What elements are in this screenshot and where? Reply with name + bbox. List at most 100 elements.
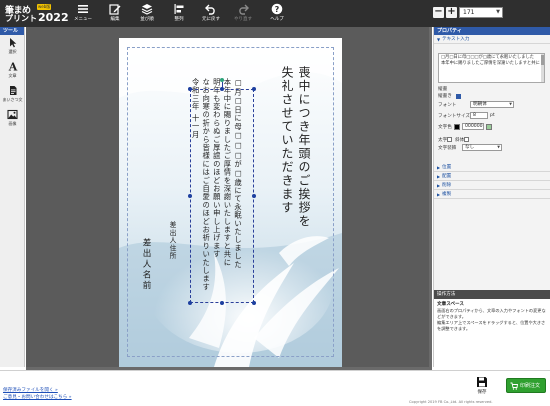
redo-button[interactable]: やり直す	[229, 2, 257, 26]
help-question-icon: ?	[271, 3, 283, 15]
font-size-unit: pt	[490, 113, 495, 118]
bold-label: 太字	[438, 138, 448, 143]
font-size-value: 8	[473, 113, 476, 118]
canvas-vertical-scrollbar[interactable]	[429, 27, 432, 370]
font-size-label: フォントサイズ	[438, 114, 471, 119]
save-button[interactable]: 保存	[470, 375, 494, 401]
text-a-icon: A	[8, 61, 18, 72]
section-layout-label: 配置	[442, 174, 452, 179]
layers-icon	[141, 4, 153, 15]
resize-handle-bottom-left[interactable]	[188, 301, 192, 305]
text-input-section[interactable]: ▼ テキスト入力	[434, 35, 550, 44]
decoration-value: なし	[465, 145, 475, 150]
zoom-value: 171	[463, 9, 475, 16]
undo-button[interactable]: 元に戻す	[197, 2, 225, 26]
triangle-right-icon: ▶	[437, 192, 441, 197]
hamburger-icon	[78, 5, 88, 13]
font-select[interactable]: 明朝体 ▼	[470, 101, 514, 108]
triangle-right-icon: ▶	[437, 165, 441, 170]
section-layout[interactable]: ▶ 配置	[434, 172, 550, 181]
tool-panel-header: ツール	[0, 27, 24, 35]
vertical-label: 縦書	[438, 87, 448, 92]
image-tool-label: 画像	[8, 121, 17, 126]
zoom-in-button[interactable]: +	[446, 7, 457, 18]
resize-handle-top-left[interactable]	[188, 87, 192, 91]
section-position[interactable]: ▶ 位置	[434, 163, 550, 172]
help-panel-header: 操作方法	[434, 290, 550, 299]
app-logo: 筆まめ web版 プリント 2022	[2, 2, 69, 25]
text-color-input[interactable]: 000000	[462, 123, 484, 130]
resize-handle-right[interactable]	[252, 194, 256, 198]
help-button[interactable]: ? ヘルプ	[263, 2, 291, 26]
textarea-scrollbar[interactable]	[541, 54, 544, 82]
edit-pencil-icon	[109, 4, 121, 15]
floppy-disk-icon	[477, 377, 487, 387]
section-duplicate-label: 複製	[442, 192, 452, 197]
edit-canvas[interactable]: 喪中につき年頭のご挨拶を 失礼させていただきます □月□日に母□□□が□歳にて永…	[26, 27, 432, 370]
bottom-bar: 保存済みファイルを開く » ご意見・お問い合わせはこちら » 保存 印刷注文 C…	[0, 370, 550, 406]
logo-line2: プリント	[5, 14, 37, 23]
italic-checkbox[interactable]	[464, 137, 469, 142]
layer-order-button[interactable]: 並び順	[133, 2, 161, 26]
vertical-checkbox[interactable]	[456, 94, 461, 99]
section-position-label: 位置	[442, 165, 452, 170]
menu-button[interactable]: メニュー	[69, 2, 97, 26]
triangle-right-icon: ▶	[437, 183, 441, 188]
resize-handle-left[interactable]	[188, 194, 192, 198]
cursor-arrow-icon	[9, 38, 16, 48]
triangle-right-icon: ▶	[437, 174, 441, 179]
collapsed-sections: ▶ 位置 ▶ 配置 ▶ 削除 ▶ 複製	[434, 163, 550, 199]
align-icon	[174, 4, 184, 14]
save-label: 保存	[477, 390, 487, 395]
align-button[interactable]: 整列	[165, 2, 193, 26]
print-order-button[interactable]: 印刷注文	[506, 378, 546, 393]
edit-label: 編集	[110, 17, 120, 22]
contact-link[interactable]: ご意見・お問い合わせはこちら »	[3, 394, 72, 400]
align-label: 整列	[174, 17, 184, 22]
card-title-text[interactable]: 喪中につき年頭のご挨拶を 失礼させていただきます	[278, 66, 312, 351]
text-tool-label: 文章	[8, 73, 17, 78]
greeting-tool[interactable]: あいさつ文	[0, 85, 25, 107]
greeting-tool-label: あいさつ文	[2, 97, 23, 102]
font-label: フォント	[438, 103, 457, 108]
selection-frame[interactable]	[190, 89, 254, 303]
text-content-textarea[interactable]: □月□日に母□□□が□歳にて永眠いたしました 本年中に賜りましたご厚情を深謝いた…	[438, 53, 545, 83]
resize-handle-top-right[interactable]	[252, 87, 256, 91]
layer-order-label: 並び順	[140, 17, 154, 22]
bold-checkbox[interactable]	[447, 137, 452, 142]
sender-name[interactable]: 差出人名前	[140, 238, 152, 291]
postcard[interactable]: 喪中につき年頭のご挨拶を 失礼させていただきます □月□日に母□□□が□歳にて永…	[119, 38, 342, 367]
image-tool[interactable]: 画像	[0, 109, 25, 131]
decoration-select[interactable]: なし ▼	[462, 144, 502, 151]
sender-address[interactable]: 差出人住所	[167, 221, 177, 260]
zoom-out-button[interactable]: −	[433, 7, 444, 18]
text-color-swatch[interactable]	[454, 124, 460, 130]
menu-label: メニュー	[74, 17, 92, 22]
svg-text:A: A	[8, 61, 18, 72]
open-saved-file-link[interactable]: 保存済みファイルを開く »	[3, 387, 58, 393]
print-order-label: 印刷注文	[520, 383, 541, 389]
undo-icon	[205, 4, 215, 15]
section-delete-label: 削除	[442, 183, 452, 188]
select-tool[interactable]: 選択	[0, 37, 25, 59]
copyright: Copyright 2019 FB Co.,Ltd. All rights re…	[409, 400, 493, 404]
document-icon	[9, 86, 16, 95]
color-picker-icon[interactable]	[486, 124, 492, 130]
resize-handle-top[interactable]	[220, 87, 224, 91]
text-color-value: 000000	[465, 124, 483, 129]
resize-handle-bottom-right[interactable]	[252, 301, 256, 305]
rotate-handle[interactable]	[220, 78, 224, 82]
card-title-line-1: 喪中につき年頭のご挨拶を	[297, 66, 311, 228]
select-tool-label: 選択	[8, 49, 17, 54]
text-input-section-label: テキスト入力	[442, 37, 470, 42]
text-tool[interactable]: A 文章	[0, 61, 25, 83]
section-delete[interactable]: ▶ 削除	[434, 181, 550, 190]
zoom-select[interactable]: 171 ▼	[459, 7, 503, 18]
edit-button[interactable]: 編集	[101, 2, 129, 26]
section-duplicate[interactable]: ▶ 複製	[434, 190, 550, 199]
help-label: ヘルプ	[270, 17, 284, 22]
font-size-input[interactable]: 8	[470, 112, 488, 119]
resize-handle-bottom[interactable]	[220, 301, 224, 305]
redo-icon	[239, 4, 249, 15]
help-body: 画面右のプロパティから、文章の入力やフォントの変更などができます。 編集エリア上…	[437, 308, 546, 331]
